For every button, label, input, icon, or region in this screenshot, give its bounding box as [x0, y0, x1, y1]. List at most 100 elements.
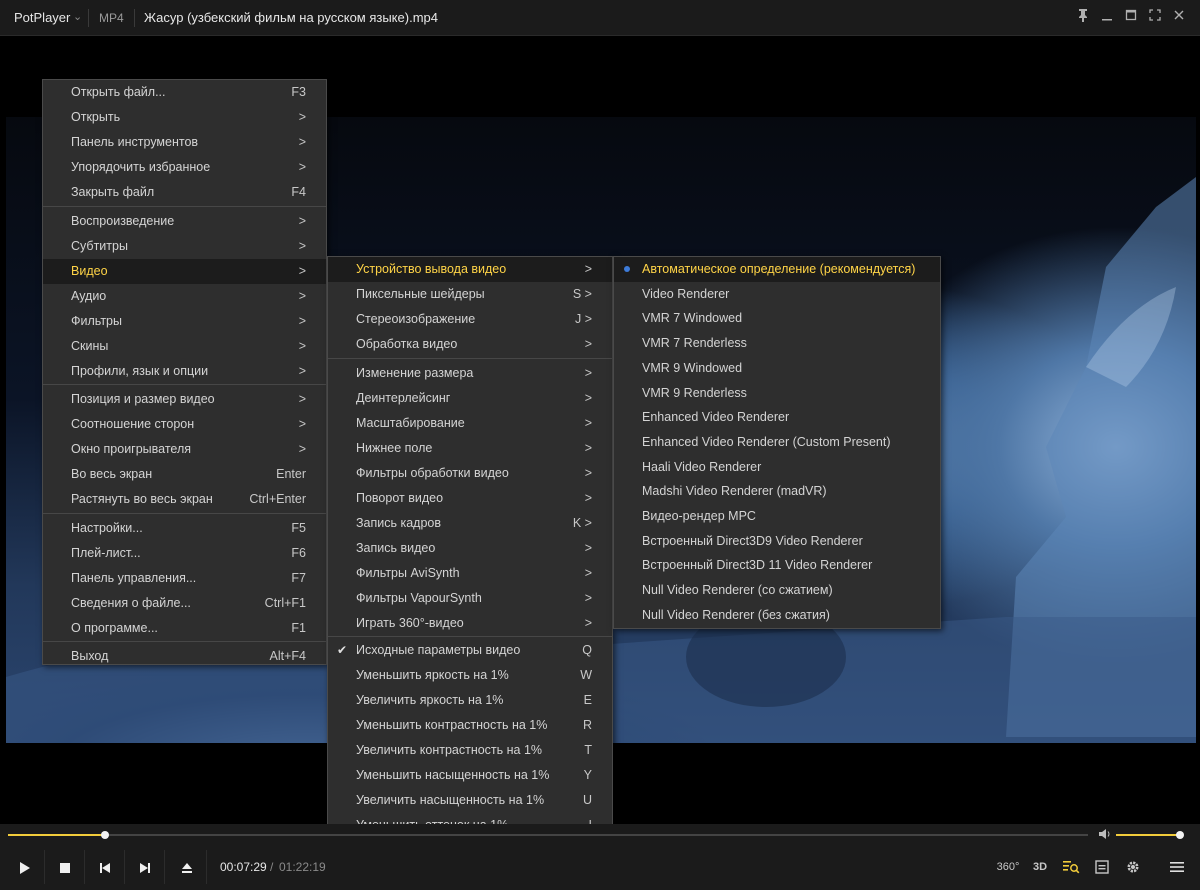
menu-item-renderer[interactable]: Null Video Renderer (без сжатия) — [614, 603, 940, 628]
menu-item-renderer[interactable]: VMR 9 Windowed — [614, 356, 940, 381]
menu-item-contrast-down[interactable]: Уменьшить контрастность на 1% R — [328, 713, 612, 738]
3d-button[interactable]: 3D — [1030, 856, 1050, 878]
menu-item-settings[interactable]: Настройки... F5 — [43, 516, 326, 541]
menu-item-stretch-fullscreen[interactable]: Растянуть во весь экран Ctrl+Enter — [43, 487, 326, 512]
menu-item-avisynth[interactable]: Фильтры AviSynth > — [328, 561, 612, 586]
menu-item-renderer[interactable]: Видео-рендер MPC — [614, 504, 940, 529]
menu-item-renderer[interactable]: Встроенный Direct3D 11 Video Renderer — [614, 553, 940, 578]
menu-item-shortcut: > — [298, 135, 306, 149]
menu-item-renderer[interactable]: VMR 7 Windowed — [614, 306, 940, 331]
menu-item-close-file[interactable]: Закрыть файл F4 — [43, 180, 326, 205]
menu-item-playback[interactable]: Воспроизведение > — [43, 209, 326, 234]
next-button[interactable] — [126, 850, 165, 884]
menu-item-video-processing[interactable]: Обработка видео > — [328, 332, 612, 357]
menu-item-shortcut: > — [298, 364, 306, 378]
menu-item-reset-video[interactable]: ✔ Исходные параметры видео Q — [328, 638, 612, 663]
menu-item-renderer[interactable]: Null Video Renderer (со сжатием) — [614, 578, 940, 603]
menu-item-label: Аудио — [71, 289, 107, 303]
menu-item-renderer[interactable]: VMR 7 Renderless — [614, 331, 940, 356]
menu-item-filters[interactable]: Фильтры > — [43, 309, 326, 334]
menu-item-stereo[interactable]: Стереоизображение J > — [328, 307, 612, 332]
menu-item-saturation-up[interactable]: Увеличить насыщенность на 1% U — [328, 788, 612, 813]
menu-item-renderer[interactable]: Enhanced Video Renderer (Custom Present) — [614, 430, 940, 455]
menu-item-audio[interactable]: Аудио > — [43, 284, 326, 309]
menu-item-renderer[interactable]: Встроенный Direct3D9 Video Renderer — [614, 529, 940, 554]
menu-item-label: Встроенный Direct3D 11 Video Renderer — [642, 558, 873, 573]
settings-gear-icon[interactable] — [1122, 856, 1144, 878]
menu-item-fullscreen[interactable]: Во весь экран Enter — [43, 462, 326, 487]
volume-icon[interactable] — [1098, 828, 1112, 843]
menu-item-saturation-down[interactable]: Уменьшить насыщенность на 1% Y — [328, 763, 612, 788]
fullscreen-icon[interactable] — [1146, 8, 1164, 26]
menu-item-bottom-margin[interactable]: Нижнее поле > — [328, 436, 612, 461]
menu-item-video-output-device[interactable]: Устройство вывода видео > — [328, 257, 612, 282]
menu-separator — [43, 206, 326, 207]
volume-handle[interactable] — [1176, 831, 1184, 839]
menu-item-renderer[interactable]: Madshi Video Renderer (madVR) — [614, 479, 940, 504]
play-button[interactable] — [6, 850, 45, 884]
menu-item-label: Соотношение сторон — [71, 417, 195, 431]
total-time[interactable]: 01:22:19 — [279, 860, 326, 874]
menu-item-subtitles[interactable]: Субтитры > — [43, 234, 326, 259]
pin-icon[interactable] — [1074, 8, 1092, 26]
maximize-icon[interactable] — [1122, 8, 1140, 26]
chevron-down-icon[interactable]: ⌄ — [73, 10, 82, 23]
menu-item-toolbar[interactable]: Панель инструментов > — [43, 130, 326, 155]
close-icon[interactable] — [1170, 8, 1188, 26]
previous-button[interactable] — [86, 850, 125, 884]
menu-item-aspect-ratio[interactable]: Соотношение сторон > — [43, 412, 326, 437]
menu-item-player-window[interactable]: Окно проигрывателя > — [43, 437, 326, 462]
seek-handle[interactable] — [101, 831, 109, 839]
stop-button[interactable] — [46, 850, 85, 884]
app-menu-button[interactable]: PotPlayer — [14, 10, 70, 25]
title-bar: PotPlayer ⌄ MP4 Жасур (узбекский фильм н… — [0, 0, 1200, 36]
menu-item-deinterlace[interactable]: Деинтерлейсинг > — [328, 386, 612, 411]
menu-item-label: Madshi Video Renderer (madVR) — [642, 484, 827, 499]
subtitle-icon[interactable] — [1092, 856, 1112, 878]
menu-item-exit[interactable]: Выход Alt+F4 — [43, 644, 326, 669]
menu-item-record-video[interactable]: Запись видео > — [328, 536, 612, 561]
menu-item-resize[interactable]: Изменение размера > — [328, 361, 612, 386]
menu-item-contrast-up[interactable]: Увеличить контрастность на 1% T — [328, 738, 612, 763]
menu-item-play-360[interactable]: Играть 360°-видео > — [328, 611, 612, 636]
menu-item-shortcut: > — [584, 566, 592, 580]
menu-item-frame-capture[interactable]: Запись кадров K > — [328, 511, 612, 536]
eject-button[interactable] — [168, 850, 207, 884]
menu-item-file-info[interactable]: Сведения о файле... Ctrl+F1 — [43, 591, 326, 616]
menu-separator — [328, 358, 612, 359]
menu-item-shortcut: Alt+F4 — [269, 649, 306, 663]
menu-item-scaling[interactable]: Масштабирование > — [328, 411, 612, 436]
menu-item-label: Играть 360°-видео — [356, 616, 464, 630]
playlist-search-icon[interactable] — [1060, 856, 1082, 878]
menu-item-rotate-video[interactable]: Поворот видео > — [328, 486, 612, 511]
menu-item-label: Плей-лист... — [71, 546, 141, 560]
menu-item-video[interactable]: Видео > — [43, 259, 326, 284]
menu-item-label: Упорядочить избранное — [71, 160, 211, 174]
menu-item-label: Профили, язык и опции — [71, 364, 209, 378]
menu-item-renderer[interactable]: Video Renderer — [614, 282, 940, 307]
menu-item-video-position[interactable]: Позиция и размер видео > — [43, 387, 326, 412]
menu-item-open-file[interactable]: Открыть файл... F3 — [43, 80, 326, 105]
menu-item-label: Уменьшить яркость на 1% — [356, 668, 509, 682]
menu-item-brightness-up[interactable]: Увеличить яркость на 1% E — [328, 688, 612, 713]
menu-item-shortcut: Enter — [276, 467, 306, 481]
menu-item-about[interactable]: О программе... F1 — [43, 616, 326, 641]
menu-item-open[interactable]: Открыть > — [43, 105, 326, 130]
menu-item-video-filters[interactable]: Фильтры обработки видео > — [328, 461, 612, 486]
menu-item-renderer[interactable]: VMR 9 Renderless — [614, 381, 940, 406]
menu-item-playlist[interactable]: Плей-лист... F6 — [43, 541, 326, 566]
menu-item-skins[interactable]: Скины > — [43, 334, 326, 359]
minimize-icon[interactable] — [1098, 8, 1116, 26]
menu-item-renderer[interactable]: Haali Video Renderer — [614, 455, 940, 480]
menu-item-renderer[interactable]: Enhanced Video Renderer — [614, 405, 940, 430]
menu-item-control-panel[interactable]: Панель управления... F7 — [43, 566, 326, 591]
menu-item-profiles[interactable]: Профили, язык и опции > — [43, 359, 326, 384]
menu-item-favorites[interactable]: Упорядочить избранное > — [43, 155, 326, 180]
menu-item-pixel-shaders[interactable]: Пиксельные шейдеры S > — [328, 282, 612, 307]
vr-360-button[interactable]: 360° — [996, 856, 1020, 878]
menu-icon[interactable] — [1166, 856, 1188, 878]
menu-item-brightness-down[interactable]: Уменьшить яркость на 1% W — [328, 663, 612, 688]
menu-item-renderer[interactable]: Автоматическое определение (рекомендуетс… — [614, 257, 940, 282]
seek-bar[interactable] — [8, 834, 1088, 836]
menu-item-vapoursynth[interactable]: Фильтры VapourSynth > — [328, 586, 612, 611]
